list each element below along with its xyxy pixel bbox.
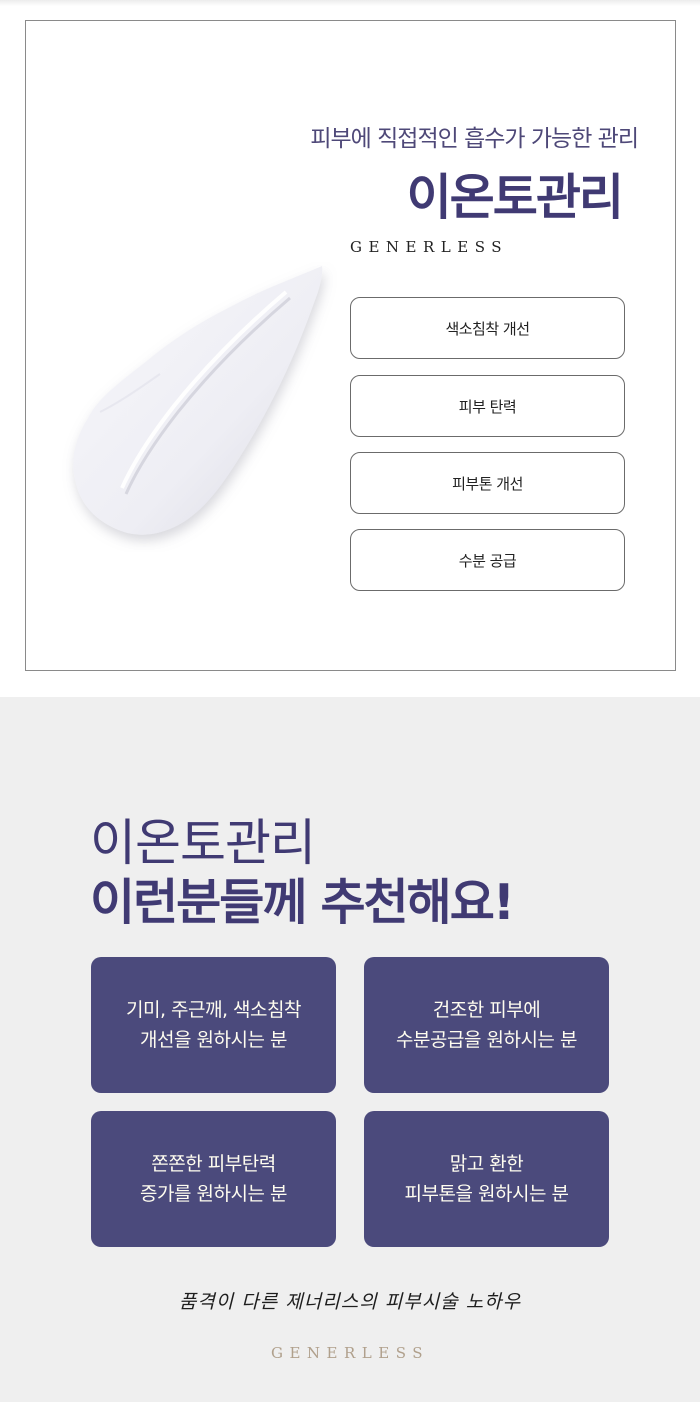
recommend-title-line2: 이런분들께 추천해요!	[90, 874, 515, 931]
benefit-pigmentation: 색소침착 개선	[350, 297, 625, 359]
card-line: 개선을 원하시는 분	[140, 1029, 287, 1051]
footer-slogan: 품격이 다른 제너리스의 피부시술 노하우	[178, 1291, 522, 1313]
card-line: 증가를 원하시는 분	[140, 1183, 287, 1205]
intro-title: 이온토관리	[406, 169, 624, 226]
card-line: 건조한 피부에	[432, 999, 541, 1021]
card-line: 피부톤을 원하시는 분	[404, 1183, 569, 1205]
recommend-card-pigmentation: 기미, 주근깨, 색소침착 개선을 원하시는 분	[91, 957, 336, 1093]
card-line: 수분공급을 원하시는 분	[396, 1029, 577, 1051]
recommend-card-hydration: 건조한 피부에 수분공급을 원하시는 분	[364, 957, 609, 1093]
card-line: 맑고 환한	[449, 1153, 524, 1175]
benefit-hydration: 수분 공급	[350, 529, 625, 591]
benefit-elasticity: 피부 탄력	[350, 375, 625, 437]
brand-logo: GENERLESS	[350, 238, 508, 256]
top-divider	[0, 0, 700, 6]
intro-subtitle: 피부에 직접적인 흡수가 가능한 관리	[310, 126, 639, 152]
card-line: 쫀쫀한 피부탄력	[151, 1153, 276, 1175]
cream-swatch-image	[73, 266, 323, 535]
recommend-card-skin-tone: 맑고 환한 피부톤을 원하시는 분	[364, 1111, 609, 1247]
recommend-card-elasticity: 쫀쫀한 피부탄력 증가를 원하시는 분	[91, 1111, 336, 1247]
footer-brand-logo: GENERLESS	[271, 1344, 429, 1362]
benefit-skin-tone: 피부톤 개선	[350, 452, 625, 514]
card-line: 기미, 주근깨, 색소침착	[126, 999, 301, 1021]
intro-section: 피부에 직접적인 흡수가 가능한 관리 이온토관리 GENERLESS 색소침착…	[0, 0, 700, 697]
